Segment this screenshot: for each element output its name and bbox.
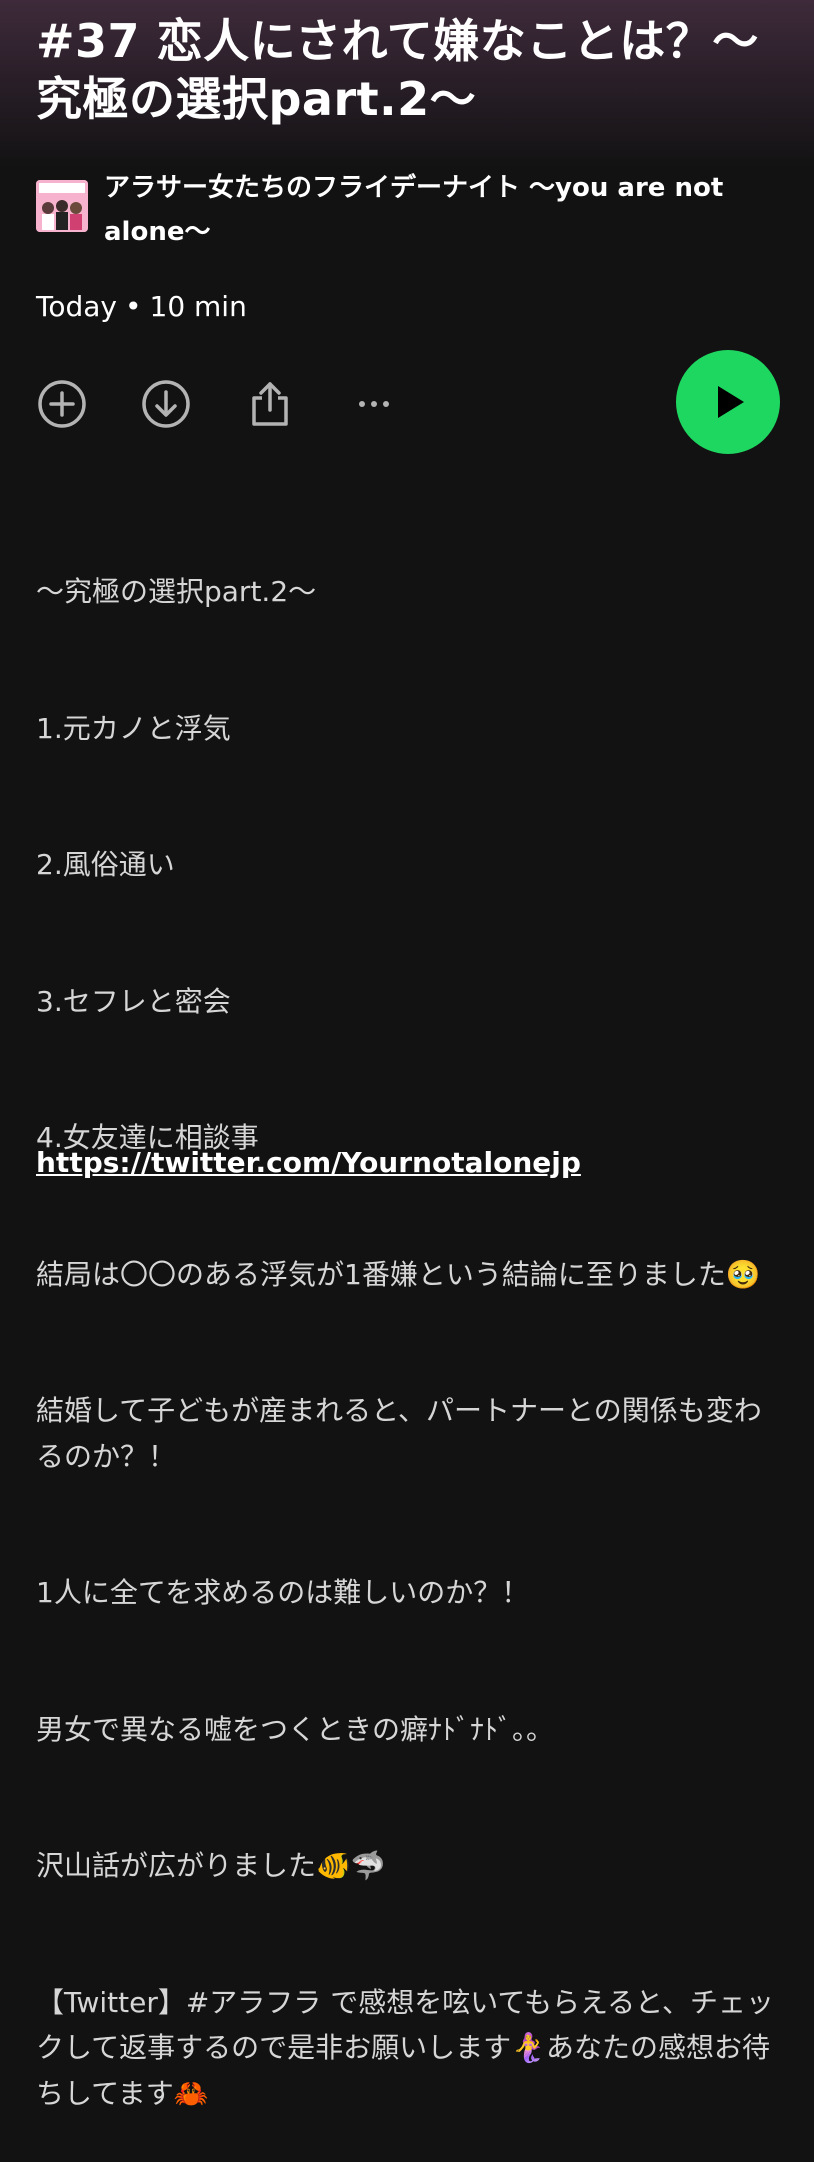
- description-line: 3.セフレと密会: [36, 984, 231, 1018]
- play-icon: [718, 386, 744, 418]
- twitter-link[interactable]: https://twitter.com/Yournotalonejp: [36, 1146, 581, 1179]
- meta-separator: •: [124, 290, 142, 323]
- download-button[interactable]: [140, 378, 192, 430]
- share-button[interactable]: [244, 378, 296, 430]
- episode-duration: 10 min: [149, 290, 247, 323]
- description-line: 2.風俗通い: [36, 848, 175, 881]
- action-bar: [36, 350, 796, 460]
- description-line: 〜究極の選択part.2〜: [36, 575, 317, 608]
- episode-description: 〜究極の選択part.2〜 1.元カノと浮気 2.風俗通い 3.セフレと密会 4…: [36, 478, 786, 2162]
- share-icon: [252, 382, 288, 426]
- cover-art-icon: [36, 180, 88, 232]
- description-line: 1.元カノと浮気: [36, 711, 231, 745]
- plus-circle-icon: [38, 380, 86, 428]
- description-line: 結局は〇〇のある浮気が1番嫌という結論に至りました🥹: [36, 1257, 761, 1291]
- description-line: 男女で異なる嘘をつくときの癖ﾅﾄﾞﾅﾄﾞ。。: [36, 1712, 555, 1746]
- show-cover-image[interactable]: [36, 180, 88, 232]
- play-button[interactable]: [676, 350, 780, 454]
- more-dots-icon: [359, 401, 389, 407]
- add-to-library-button[interactable]: [36, 378, 88, 430]
- episode-meta: Today • 10 min: [36, 290, 247, 323]
- episode-title: #37 恋人にされて嫌なことは？〜究極の選択part.2〜: [36, 14, 759, 126]
- description-line: 1人に全てを求めるのは難しいのか？！: [36, 1576, 530, 1609]
- download-circle-icon: [142, 380, 190, 428]
- show-name-link[interactable]: アラサー女たちのフライデーナイト 〜you are not alone〜: [104, 166, 794, 254]
- release-date: Today: [36, 290, 117, 323]
- more-options-button[interactable]: [348, 378, 400, 430]
- description-line: 【Twitter】#アラフラ で感想を呟いてもらえると、チェックして返事するので…: [36, 1985, 775, 2110]
- description-line: 沢山話が広がりました🐠🦈: [36, 1849, 386, 1882]
- description-line: 結婚して子どもが産まれると、パートナーとの関係も変わるのか？！: [36, 1394, 762, 1473]
- show-row[interactable]: アラサー女たちのフライデーナイト 〜you are not alone〜: [36, 166, 796, 256]
